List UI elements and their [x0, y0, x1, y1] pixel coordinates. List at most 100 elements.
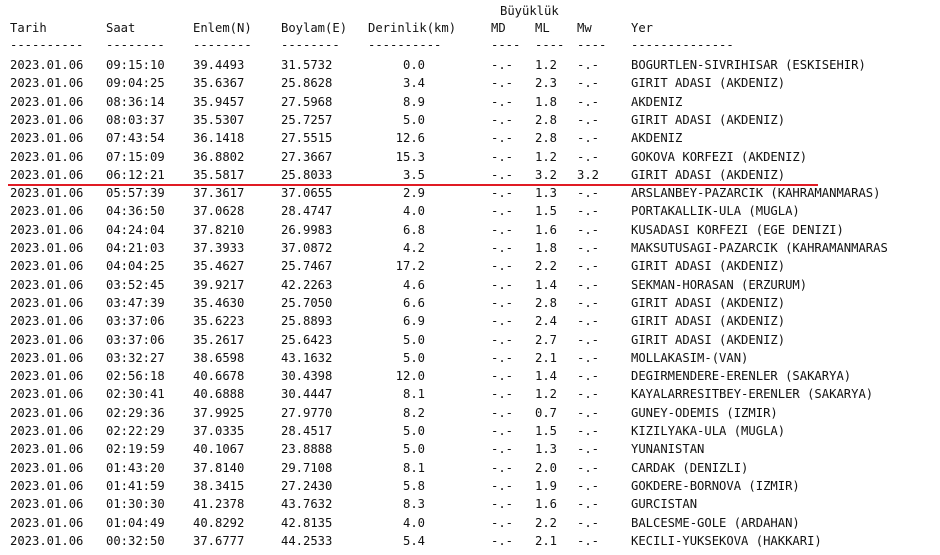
table-cell-lat: 37.3617: [193, 186, 245, 201]
table-cell-lon: 28.4517: [281, 424, 333, 438]
table-cell-location: MOLLAKASIM-(VAN): [631, 350, 749, 365]
table-cell-date: 2023.01.06: [10, 277, 84, 292]
table-cell-lon: 37.0872: [281, 241, 333, 255]
column-separator-ml: ----: [535, 38, 565, 52]
table-cell-location: GIRIT ADASI (AKDENIZ): [631, 332, 786, 347]
table-cell-lat: 35.6367: [193, 76, 245, 91]
table-cell-date: 2023.01.06: [10, 149, 84, 164]
table-cell-location: DEGIRMENDERE-ERENLER (SAKARYA): [631, 369, 852, 384]
table-cell-depth: 5.4: [402, 533, 425, 548]
table-cell-depth: 5.0: [402, 112, 425, 127]
table-cell-location: GUNEY-ODEMIS (IZMIR): [631, 405, 778, 420]
column-separator-mw: ----: [577, 38, 607, 52]
table-cell-ml: 2.2: [535, 259, 558, 274]
table-cell-mw: -.-: [577, 533, 600, 548]
table-cell-lat: 35.5817: [193, 167, 245, 182]
table-cell-date: 2023.01.06: [10, 204, 84, 219]
table-cell-ml: 1.3: [535, 186, 558, 201]
table-cell-depth: 8.1: [402, 460, 425, 475]
table-cell-time: 03:32:27: [106, 350, 165, 365]
table-cell-time: 01:41:59: [106, 478, 165, 493]
table-cell-time: 06:12:21: [106, 167, 165, 182]
table-cell-mw: -.-: [577, 460, 600, 475]
column-separator-location: --------------: [631, 38, 734, 52]
table-cell-date: 2023.01.06: [10, 424, 84, 438]
table-cell-ml: 1.3: [535, 442, 558, 457]
table-cell-lon: 23.8888: [281, 442, 333, 457]
table-cell-date: 2023.01.06: [10, 515, 84, 530]
table-cell-ml: 1.9: [535, 478, 558, 493]
table-cell-location: AKDENIZ: [631, 94, 683, 109]
table-cell-location: BALCESME-GOLE (ARDAHAN): [631, 515, 800, 530]
table-cell-depth: 8.1: [402, 387, 425, 402]
table-cell-lat: 37.0628: [193, 204, 245, 219]
table-cell-md: -.-: [491, 442, 514, 457]
table-cell-md: -.-: [491, 58, 514, 72]
table-cell-location: GURCISTAN: [631, 497, 698, 512]
table-cell-date: 2023.01.06: [10, 314, 84, 329]
table-cell-location: GIRIT ADASI (AKDENIZ): [631, 76, 786, 91]
table-cell-ml: 1.6: [535, 497, 558, 512]
table-cell-md: -.-: [491, 131, 514, 146]
table-cell-lat: 35.4627: [193, 259, 245, 274]
table-cell-md: -.-: [491, 295, 514, 310]
table-cell-ml: 1.4: [535, 277, 558, 292]
table-cell-mw: -.-: [577, 350, 600, 365]
table-cell-time: 04:24:04: [106, 222, 165, 237]
table-cell-ml: 1.2: [535, 387, 558, 402]
table-cell-md: -.-: [491, 533, 514, 548]
table-cell-lon: 25.8033: [281, 167, 333, 182]
table-cell-time: 03:37:06: [106, 314, 165, 329]
table-cell-ml: 3.2: [535, 167, 558, 182]
table-cell-time: 02:29:36: [106, 405, 165, 420]
table-cell-location: KAYALARRESITBEY-ERENLER (SAKARYA): [631, 387, 874, 402]
table-cell-lon: 37.0655: [281, 186, 333, 201]
table-cell-lon: 25.8628: [281, 76, 333, 91]
table-cell-time: 01:04:49: [106, 515, 165, 530]
table-cell-date: 2023.01.06: [10, 241, 84, 255]
table-cell-date: 2023.01.06: [10, 167, 84, 182]
table-cell-mw: -.-: [577, 76, 600, 91]
table-cell-md: -.-: [491, 94, 514, 109]
table-cell-location: GIRIT ADASI (AKDENIZ): [631, 295, 786, 310]
table-cell-date: 2023.01.06: [10, 478, 84, 493]
table-cell-md: -.-: [491, 478, 514, 493]
column-separator-depth: ----------: [368, 38, 442, 52]
table-cell-md: -.-: [491, 387, 514, 402]
table-cell-date: 2023.01.06: [10, 259, 84, 274]
table-cell-lat: 35.9457: [193, 94, 245, 109]
table-cell-location: GIRIT ADASI (AKDENIZ): [631, 259, 786, 274]
table-cell-md: -.-: [491, 112, 514, 127]
table-cell-location: GIRIT ADASI (AKDENIZ): [631, 167, 786, 182]
table-cell-ml: 1.5: [535, 204, 558, 219]
table-cell-lon: 25.7467: [281, 259, 333, 274]
table-cell-lat: 38.3415: [193, 478, 245, 493]
table-cell-location: BOGURTLEN-SIVRIHISAR (ESKISEHIR): [631, 58, 866, 72]
column-header-mw: Mw: [577, 21, 592, 35]
table-cell-lon: 27.2430: [281, 478, 333, 493]
table-cell-depth: 6.9: [402, 314, 425, 329]
table-cell-lon: 25.6423: [281, 332, 333, 347]
table-cell-time: 04:21:03: [106, 241, 165, 255]
table-cell-md: -.-: [491, 314, 514, 329]
table-cell-date: 2023.01.06: [10, 332, 84, 347]
table-cell-location: MAKSUTUSAGI-PAZARCIK (KAHRAMANMARAS: [631, 241, 888, 255]
table-cell-location: KECILI-YUKSEKOVA (HAKKARI): [631, 533, 822, 548]
table-cell-ml: 2.7: [535, 332, 558, 347]
table-cell-lon: 25.8893: [281, 314, 333, 329]
table-cell-location: SEKMAN-HORASAN (ERZURUM): [631, 277, 808, 292]
table-cell-location: CARDAK (DENIZLI): [631, 460, 749, 475]
table-cell-date: 2023.01.06: [10, 58, 84, 72]
table-cell-mw: -.-: [577, 204, 600, 219]
table-cell-ml: 1.8: [535, 94, 558, 109]
table-cell-depth: 3.5: [402, 167, 425, 182]
table-cell-depth: 4.2: [402, 241, 425, 255]
highlight-underline: [8, 184, 818, 186]
table-cell-depth: 8.3: [402, 497, 425, 512]
table-cell-md: -.-: [491, 222, 514, 237]
table-cell-mw: -.-: [577, 424, 600, 438]
table-cell-lon: 27.5515: [281, 131, 333, 146]
column-header-depth: Derinlik(km): [368, 21, 457, 35]
table-cell-time: 03:52:45: [106, 277, 165, 292]
table-cell-ml: 1.5: [535, 424, 558, 438]
